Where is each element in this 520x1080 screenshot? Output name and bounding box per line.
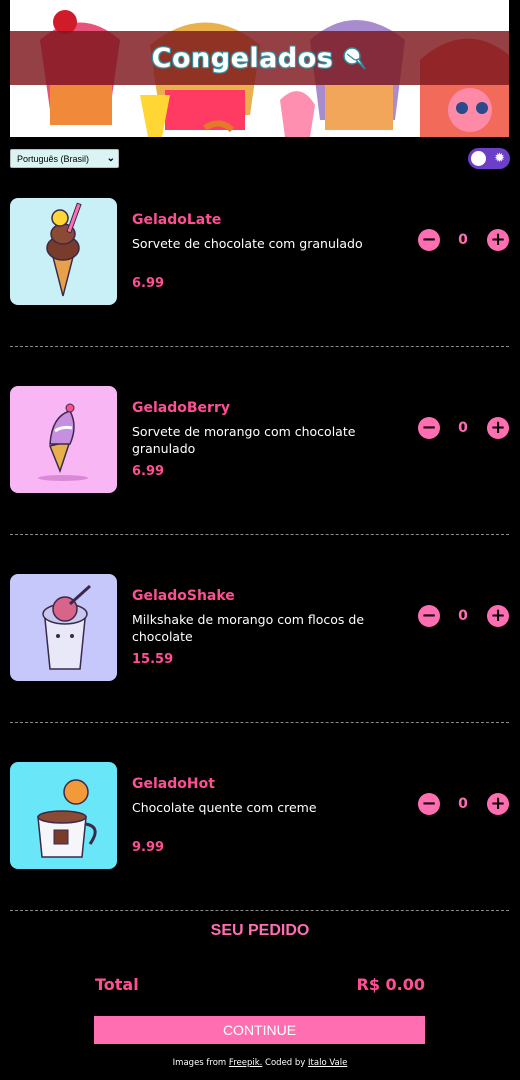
decrease-button[interactable]: − — [418, 793, 440, 815]
product-description: Sorvete de chocolate com granulado — [132, 236, 363, 251]
footer-coded-by: Coded by — [265, 1058, 306, 1068]
hot-chocolate-cup-icon — [37, 779, 97, 858]
product-description: Sorvete de morango com chocolate granula… — [132, 424, 356, 456]
product-name: GeladoBerry — [132, 400, 230, 416]
divider — [10, 910, 509, 911]
product-description: Milkshake de morango com flocos de choco… — [132, 612, 365, 644]
product-item-geladoshake: GeladoShake Milkshake de morango com flo… — [0, 574, 520, 762]
milkshake-cup-icon — [42, 584, 92, 670]
divider — [10, 722, 509, 723]
increase-button[interactable]: + — [487, 605, 509, 627]
divider — [10, 346, 509, 347]
ice-cream-icon — [343, 47, 366, 70]
decrease-button[interactable]: − — [418, 417, 440, 439]
quantity-value: 0 — [458, 608, 468, 624]
product-price: 6.99 — [132, 276, 165, 291]
total-value: R$ 0.00 — [356, 975, 426, 994]
product-price: 9.99 — [132, 840, 165, 855]
product-name: GeladoShake — [132, 588, 235, 604]
decrease-button[interactable]: − — [418, 229, 440, 251]
product-price: 15.59 — [132, 652, 174, 667]
product-image — [10, 762, 117, 869]
author-link[interactable]: Italo Vale — [308, 1058, 347, 1068]
product-image — [10, 574, 117, 681]
language-select[interactable]: Português (Brasil) ⌄ — [10, 149, 119, 168]
increase-button[interactable]: + — [487, 229, 509, 251]
page-title: Congelados — [151, 42, 334, 74]
footer-credits: Images from Freepik. Coded by Italo Vale — [0, 1058, 520, 1068]
continue-button[interactable]: CONTINUE — [94, 1016, 425, 1044]
order-title: SEU PEDIDO — [210, 922, 310, 939]
banner-title: Congelados — [10, 31, 509, 85]
product-image — [10, 198, 117, 305]
chevron-down-icon: ⌄ — [106, 153, 115, 164]
product-description: Chocolate quente com creme — [132, 800, 317, 815]
ice-cream-cone-icon — [46, 202, 82, 297]
language-selected-value: Português (Brasil) — [17, 153, 90, 164]
sun-icon: ✹ — [494, 151, 505, 166]
product-name: GeladoHot — [132, 776, 215, 792]
product-item-geladolate: GeladoLate Sorvete de chocolate com gran… — [0, 198, 520, 386]
increase-button[interactable]: + — [487, 793, 509, 815]
product-item-geladoberry: GeladoBerry Sorvete de morango com choco… — [0, 386, 520, 574]
product-image — [10, 386, 117, 493]
header-banner: Congelados — [10, 0, 509, 137]
quantity-value: 0 — [458, 232, 468, 248]
freepik-link[interactable]: Freepik. — [229, 1058, 262, 1068]
product-price: 6.99 — [132, 464, 165, 479]
quantity-value: 0 — [458, 796, 468, 812]
ice-cream-cone-icon — [38, 403, 88, 481]
decrease-button[interactable]: − — [418, 605, 440, 627]
quantity-value: 0 — [458, 420, 468, 436]
footer-images-from: Images from — [172, 1058, 227, 1068]
toggle-knob — [471, 151, 486, 166]
total-label: Total — [95, 975, 139, 994]
divider — [10, 534, 509, 535]
increase-button[interactable]: + — [487, 417, 509, 439]
product-name: GeladoLate — [132, 212, 222, 228]
theme-toggle[interactable]: ✹ — [468, 148, 510, 169]
